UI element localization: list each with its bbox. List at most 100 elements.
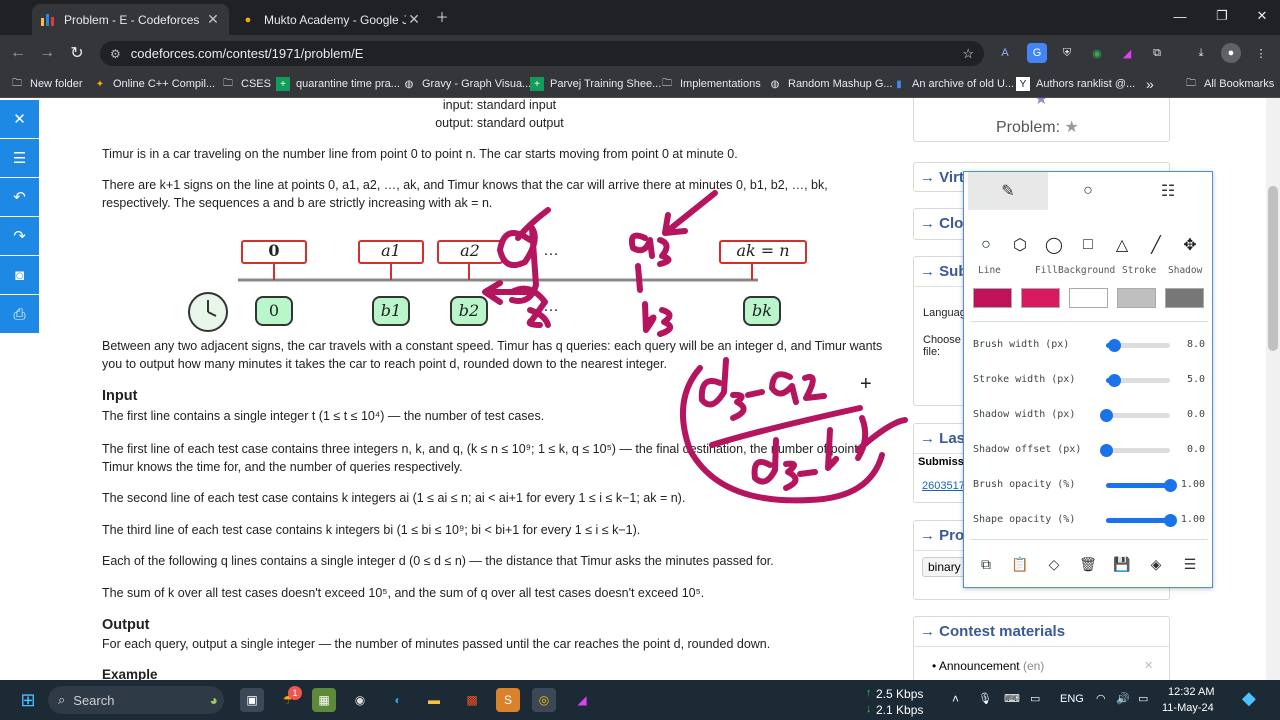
announcement-link[interactable]: Announcement [939,659,1020,673]
extensions-puzzle-icon[interactable]: ⧉ [1147,43,1167,63]
stroke-color-swatch[interactable] [1117,288,1156,308]
all-bookmarks[interactable]: 🗀 All Bookmarks [1184,75,1274,93]
battery-icon[interactable]: ▭ [1138,692,1148,705]
slider-track[interactable] [1106,374,1170,387]
menu-icon[interactable]: ⋮ [1251,43,1271,63]
paste-icon[interactable]: 📋 [1009,553,1031,575]
slider-knob[interactable] [1100,444,1113,457]
bookmark-folder[interactable]: 🗀 New folder [10,75,83,93]
windows-start-icon[interactable]: ⊞ [16,688,40,712]
clock-time[interactable]: 12:32 AM [1168,686,1214,698]
address-bar[interactable]: ⚙ codeforces.com/contest/1971/problem/E … [100,41,984,66]
keyboard-icon[interactable]: ⌨ [1004,692,1020,705]
print-icon[interactable]: ⎙ [0,295,39,333]
chrome-icon[interactable]: ◎ [532,688,556,712]
square-shape-icon[interactable]: □ [1077,234,1099,256]
close-tab-icon[interactable]: ✕ [406,11,422,28]
redo-icon[interactable]: ↷ [0,217,39,255]
bookmark-folder[interactable]: 🗀 CSES [221,75,271,93]
announcement-item[interactable]: • Announcement (en) [932,659,1044,673]
extension-pen-icon[interactable]: ◢ [1117,43,1137,63]
slider-track[interactable] [1106,479,1177,492]
store-icon[interactable]: ▩ [460,688,484,712]
bookmark-item[interactable]: Y Authors ranklist @... [1016,75,1135,93]
hexagon-shape-icon[interactable]: ⬡ [1009,234,1031,256]
line-color-swatch[interactable] [973,288,1012,308]
slider-track[interactable] [1100,444,1170,457]
task-view-icon[interactable]: ▣ [240,688,264,712]
copy-icon[interactable]: ⧉ [975,553,997,575]
close-annotator-icon[interactable]: ✕ [0,100,39,138]
copilot-icon[interactable]: ◆ [1242,688,1256,709]
sublime-icon[interactable]: S [496,688,520,712]
new-tab-button[interactable]: ＋ [424,0,460,32]
bookmark-folder[interactable]: 🗀 Implementations [660,75,761,93]
tray-chevron-icon[interactable]: ˄ [952,692,959,706]
taskbar-search[interactable]: ⌕ Search ◕ [48,686,224,714]
translate-icon[interactable]: G [1027,43,1047,63]
ellipse-shape-icon[interactable]: ◯ [1043,234,1065,256]
wifi-icon[interactable]: ◠ [1096,692,1106,705]
extension-globe-icon[interactable]: ◉ [1087,43,1107,63]
bookmark-item[interactable]: ◍ Gravy - Graph Visua... [402,75,532,93]
volume-icon[interactable]: 🔊 [1116,692,1130,705]
close-tab-icon[interactable]: ✕ [205,11,221,28]
tab-codeforces[interactable]: Problem - E - Codeforces ✕ [32,4,229,35]
slider-knob[interactable] [1164,479,1177,492]
trash-icon[interactable]: 🗑 [1077,553,1099,575]
bookmark-item[interactable]: + Parvej Training Shee... [530,75,661,93]
shadow-color-swatch[interactable] [1165,288,1204,308]
triangle-shape-icon[interactable]: △ [1111,234,1133,256]
display-icon[interactable]: ▭ [1030,692,1040,705]
annotate-app-icon[interactable]: ◢ [570,688,594,712]
obs-icon[interactable]: ◉ [348,688,372,712]
bookmark-item[interactable]: ▮ An archive of old U... [892,75,1014,93]
camera-icon[interactable]: ◙ [0,256,39,294]
fill-bucket-icon[interactable]: ◈ [1145,553,1167,575]
restore-button[interactable]: ❐ [1204,0,1240,32]
adjust-icon[interactable]: ☰ [1179,553,1201,575]
clock-date[interactable]: 11-May-24 [1162,702,1214,714]
window-close-button[interactable]: ✕ [1244,0,1280,32]
scrollbar-thumb[interactable] [1268,186,1278,351]
bookmarks-overflow-icon[interactable]: » [1146,75,1154,93]
save-icon[interactable]: 💾 [1111,553,1133,575]
slider-knob[interactable] [1164,514,1177,527]
slider-knob[interactable] [1107,374,1121,387]
minecraft-icon[interactable]: ▦ [312,688,336,712]
close-icon[interactable]: ✕ [1144,659,1153,672]
submission-link[interactable]: 2603517 [922,480,965,492]
eraser-icon[interactable]: ◇ [1043,553,1065,575]
pen-tool-icon[interactable]: ✎ [968,172,1048,210]
slider-track[interactable] [1106,339,1170,352]
slider-track[interactable] [1106,514,1177,527]
background-color-swatch[interactable] [1069,288,1108,308]
circle-shape-icon[interactable]: ○ [975,234,997,256]
slider-knob[interactable] [1107,339,1121,352]
settings-sliders-icon[interactable]: ☰ [0,139,39,177]
language-indicator[interactable]: ENG [1060,693,1084,705]
line-shape-icon[interactable]: ╱ [1145,234,1167,256]
site-info-icon[interactable]: ⚙ [110,47,121,61]
bookmark-star-icon[interactable]: ☆ [962,46,974,62]
bookmark-item[interactable]: + quarantine time pra... [276,75,400,93]
forward-button[interactable]: → [33,39,61,67]
slider-track[interactable] [1100,409,1170,422]
settings-tool-icon[interactable]: ☷ [1128,172,1208,210]
download-icon[interactable]: ⤓ [1191,43,1211,63]
bookmark-item[interactable]: ◍ Random Mashup G... [768,75,893,93]
microphone-icon[interactable]: 🎙 [978,692,992,705]
undo-icon[interactable]: ↶ [0,178,39,216]
reload-button[interactable]: ↻ [63,39,91,67]
tab-mukto-academy[interactable]: ● Mukto Academy - Google Jamb ✕ [232,4,430,35]
profile-avatar[interactable]: ● [1221,43,1241,63]
slider-knob[interactable] [1100,409,1113,422]
back-button[interactable]: ← [4,39,32,67]
shield-icon[interactable]: ⛨ [1057,43,1077,63]
read-aloud-icon[interactable]: A [995,43,1015,63]
move-icon[interactable]: ✥ [1179,234,1201,256]
bookmark-item[interactable]: ✦ Online C++ Compil... [93,75,215,93]
edge-icon[interactable]: ◐ [386,688,410,712]
fill-color-swatch[interactable] [1021,288,1060,308]
circle-tool-icon[interactable]: ○ [1048,172,1128,210]
